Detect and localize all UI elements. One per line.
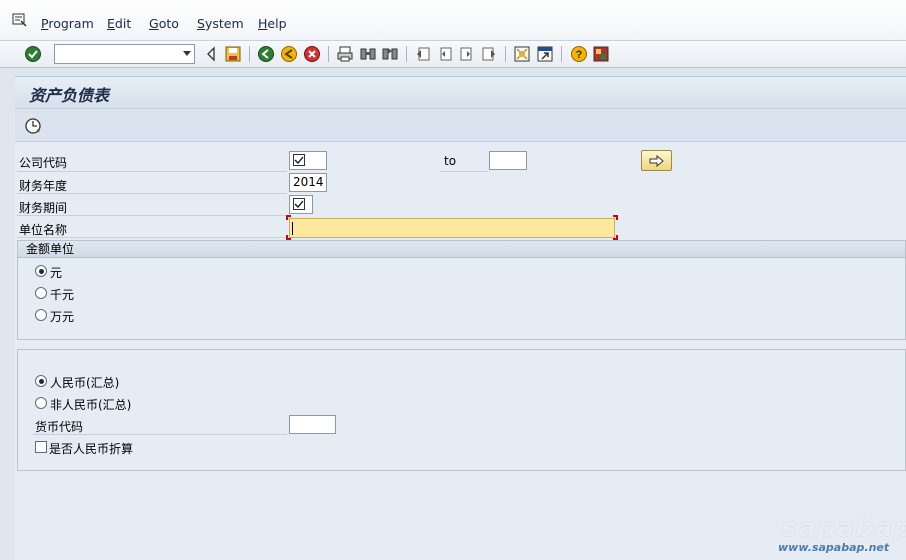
shortcut-icon[interactable] <box>536 45 554 63</box>
period-label: 财务期间 <box>19 201 68 215</box>
find-next-icon[interactable] <box>381 45 399 63</box>
row-divider <box>17 193 287 194</box>
last-page-icon[interactable] <box>480 45 498 63</box>
toolbar-separator <box>328 46 329 62</box>
period-field[interactable] <box>289 195 313 214</box>
menu-help[interactable]: Help <box>258 16 287 31</box>
standard-toolbar: ? <box>0 40 906 68</box>
row-divider <box>17 237 287 238</box>
print-icon[interactable] <box>336 45 354 63</box>
company-code-label: 公司代码 <box>19 156 68 170</box>
fiscal-year-value: 2014 <box>293 175 324 189</box>
toolbar-separator <box>406 46 407 62</box>
text-cursor <box>292 222 293 235</box>
amount-unit-group: 金额单位 <box>17 240 906 340</box>
menu-goto[interactable]: Goto <box>149 16 179 31</box>
command-field[interactable] <box>54 44 195 64</box>
screen-title: 资产负债表 <box>29 86 110 105</box>
watermark-logo: sapabap <box>782 513 906 543</box>
checkmark-icon <box>293 198 305 210</box>
first-page-icon[interactable] <box>414 45 432 63</box>
title-bar: 资产负债表 <box>15 76 906 108</box>
rmb-convert-checkbox[interactable] <box>35 441 47 453</box>
radio-yuan[interactable] <box>35 265 47 277</box>
row-divider <box>440 171 488 172</box>
toolbar-separator <box>561 46 562 62</box>
menu-edit[interactable]: Edit <box>107 16 131 31</box>
radio-ten-thousand-yuan-label: 万元 <box>50 310 75 324</box>
arrow-right-icon <box>649 155 664 167</box>
find-icon[interactable] <box>359 45 377 63</box>
watermark-url: www.sapabap.net <box>778 541 890 554</box>
previous-page-icon[interactable] <box>436 45 454 63</box>
save-icon[interactable] <box>224 45 242 63</box>
company-code-field[interactable] <box>289 151 327 170</box>
currency-code-field[interactable] <box>289 415 336 434</box>
radio-non-rmb-summary[interactable] <box>35 397 47 409</box>
toolbar-separator <box>505 46 506 62</box>
enter-icon[interactable] <box>24 45 42 63</box>
unit-name-label: 单位名称 <box>19 223 68 237</box>
currency-code-label: 货币代码 <box>35 420 84 434</box>
radio-thousand-yuan[interactable] <box>35 287 47 299</box>
menu-bar: Program Edit Goto System Help <box>0 0 906 40</box>
amount-unit-title: 金额单位 <box>18 241 905 258</box>
fiscal-year-label: 财务年度 <box>19 179 68 193</box>
customize-layout-icon[interactable] <box>592 45 610 63</box>
radio-yuan-label: 元 <box>50 266 63 280</box>
currency-group <box>17 349 906 471</box>
radio-rmb-summary[interactable] <box>35 375 47 387</box>
help-icon[interactable]: ? <box>570 45 588 63</box>
back-arrow-icon[interactable] <box>203 45 221 63</box>
row-divider <box>17 171 287 172</box>
toolbar-separator <box>249 46 250 62</box>
menu-program[interactable]: Program <box>41 16 94 31</box>
focus-corner <box>286 215 291 220</box>
focus-corner <box>613 215 618 220</box>
radio-thousand-yuan-label: 千元 <box>50 288 75 302</box>
row-divider <box>33 434 287 435</box>
left-strip <box>0 69 15 560</box>
next-page-icon[interactable] <box>458 45 476 63</box>
exit-icon[interactable] <box>280 45 298 63</box>
company-code-to-field[interactable] <box>489 151 527 170</box>
row-divider <box>17 215 287 216</box>
menu-icon[interactable] <box>12 12 28 28</box>
svg-text:?: ? <box>576 49 583 61</box>
checkmark-icon <box>293 154 305 166</box>
execute-icon[interactable] <box>24 117 42 135</box>
menu-system[interactable]: System <box>197 16 244 31</box>
cancel-icon[interactable] <box>303 45 321 63</box>
multiple-selection-button[interactable] <box>641 150 672 171</box>
back-icon[interactable] <box>257 45 275 63</box>
rmb-convert-label: 是否人民币折算 <box>49 442 134 456</box>
radio-rmb-summary-label: 人民币(汇总) <box>50 376 120 390</box>
radio-non-rmb-summary-label: 非人民币(汇总) <box>50 398 132 412</box>
unit-name-field[interactable] <box>289 218 615 238</box>
application-toolbar <box>15 108 906 142</box>
to-label: to <box>444 154 457 168</box>
chevron-down-icon[interactable] <box>183 51 191 56</box>
radio-ten-thousand-yuan[interactable] <box>35 309 47 321</box>
create-session-icon[interactable] <box>513 45 531 63</box>
fiscal-year-field[interactable]: 2014 <box>289 173 327 192</box>
